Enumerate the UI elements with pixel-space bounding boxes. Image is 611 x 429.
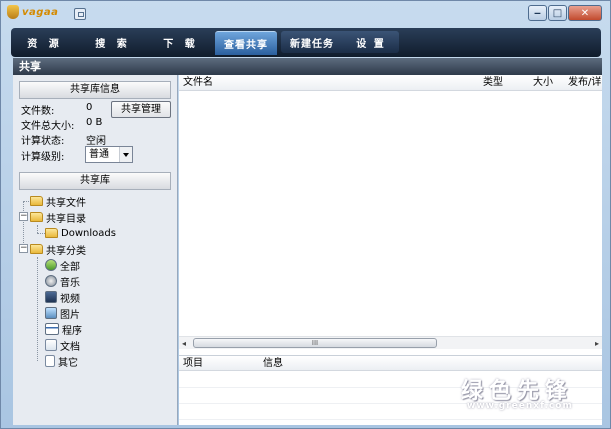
grid-line (179, 419, 602, 420)
tree-line (37, 233, 45, 234)
folder-icon (45, 228, 58, 238)
folder-icon (30, 196, 43, 206)
collapse-icon[interactable]: − (19, 244, 28, 253)
tree-cat-other[interactable]: 其它 (45, 354, 78, 369)
calc-level-value: 普通 (89, 149, 109, 160)
toolbar-secondary-group: 新建任务 设 置 (281, 31, 399, 53)
col-size[interactable]: 大小 (533, 75, 553, 91)
scroll-thumb[interactable]: III (193, 338, 437, 348)
tree-cat-document[interactable]: 文档 (45, 338, 80, 353)
tab-search[interactable]: 搜 索 (79, 28, 147, 57)
scroll-left-icon[interactable]: ◂ (182, 339, 186, 348)
tree-cat-all[interactable]: 全部 (45, 258, 80, 273)
file-count-value: 0 (86, 102, 93, 113)
app-logo: vagaa (7, 5, 58, 19)
tree-cat-program[interactable]: 程序 (45, 322, 82, 337)
file-count-label: 文件数: (21, 106, 55, 117)
tab-download[interactable]: 下 载 (147, 28, 215, 57)
app-window: vagaa ‒ □ ✕ 资 源 搜 索 下 载 查看共享 新建任务 设 置 共享… (0, 0, 611, 429)
col-info[interactable]: 信息 (263, 356, 283, 372)
library-header[interactable]: 共享库 (19, 172, 171, 190)
total-size-value: 0 B (86, 117, 103, 128)
program-icon (45, 323, 59, 335)
calc-status-value: 空闲 (86, 136, 106, 147)
calc-level-select[interactable]: 普通 (85, 146, 133, 163)
tree-cat-image[interactable]: 图片 (45, 306, 80, 321)
info-table-header: 项目 信息 (179, 355, 602, 371)
other-icon (45, 355, 55, 367)
logo-text: vagaa (22, 6, 59, 18)
tree-line (37, 257, 38, 361)
share-info-header[interactable]: 共享库信息 (19, 81, 171, 99)
maximize-button[interactable]: □ (548, 5, 567, 21)
document-icon (45, 339, 57, 351)
col-item[interactable]: 项目 (183, 356, 203, 372)
chevron-down-icon[interactable] (119, 147, 132, 162)
watermark: 绿色先锋 www.greenxf.com (461, 373, 573, 411)
folder-icon (30, 244, 43, 254)
tree-line (23, 201, 29, 202)
section-title: 共享 (13, 58, 602, 75)
tree-categories[interactable]: 共享分类 (30, 242, 86, 257)
tree-cat-video[interactable]: 视频 (45, 290, 80, 305)
close-button[interactable]: ✕ (568, 5, 602, 21)
watermark-url: www.greenxf.com (467, 401, 573, 411)
calc-status-label: 计算状态: (21, 136, 65, 147)
tree-shared-dirs[interactable]: 共享目录 (30, 210, 86, 225)
tab-resources[interactable]: 资 源 (11, 28, 79, 57)
col-file-name[interactable]: 文件名 (183, 75, 213, 91)
vagaa-logo-icon (7, 5, 19, 19)
horizontal-scrollbar[interactable]: ◂ III ▸ (179, 336, 602, 349)
folder-icon (30, 212, 43, 222)
window-controls: ‒ □ ✕ (527, 5, 602, 21)
tree-shared-files[interactable]: 共享文件 (30, 194, 86, 209)
total-size-label: 文件总大小: (21, 121, 75, 132)
title-bar: vagaa ‒ □ ✕ (1, 1, 610, 27)
tree-line (37, 225, 38, 233)
tab-settings[interactable]: 设 置 (343, 31, 399, 53)
tab-view-share[interactable]: 查看共享 (215, 31, 277, 55)
scroll-right-icon[interactable]: ▸ (595, 339, 599, 348)
mini-mode-icon[interactable] (74, 8, 86, 20)
col-publish[interactable]: 发布/详 (568, 75, 602, 91)
main-toolbar: 资 源 搜 索 下 载 查看共享 新建任务 设 置 (11, 28, 601, 57)
tree-line (23, 201, 24, 249)
video-icon (45, 291, 57, 303)
calc-level-label: 计算级别: (21, 152, 65, 163)
all-icon (45, 259, 57, 271)
collapse-icon[interactable]: − (19, 212, 28, 221)
tree-downloads[interactable]: Downloads (45, 226, 116, 240)
col-type[interactable]: 类型 (483, 75, 503, 91)
share-manage-button[interactable]: 共享管理 (111, 101, 171, 118)
tree-cat-music[interactable]: 音乐 (45, 274, 80, 289)
image-icon (45, 307, 57, 319)
minimize-button[interactable]: ‒ (528, 5, 547, 21)
left-panel: 共享库信息 文件数: 0 共享管理 文件总大小: 0 B 计算状态: 空闲 计算… (13, 75, 178, 425)
tab-new-task[interactable]: 新建任务 (281, 31, 343, 53)
music-icon (45, 275, 57, 287)
